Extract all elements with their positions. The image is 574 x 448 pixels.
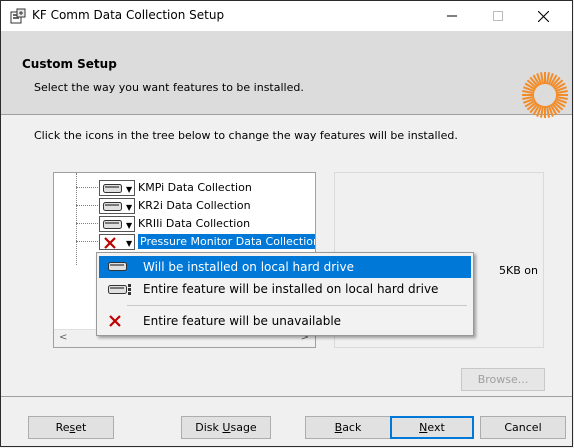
tree-connector <box>76 223 98 224</box>
tree-connector <box>76 187 98 188</box>
installer-app-icon <box>10 8 26 24</box>
menu-item-label: Will be installed on local hard drive <box>143 260 354 274</box>
title-bar: KF Comm Data Collection Setup <box>1 1 572 31</box>
close-icon <box>538 10 549 22</box>
instruction-text: Click the icons in the tree below to cha… <box>34 129 458 142</box>
minimize-button[interactable] <box>429 1 474 31</box>
feature-state-button[interactable]: ▼ <box>99 216 135 232</box>
feature-size-text: 5KB on <box>499 264 538 277</box>
tree-item-kr2i[interactable]: ▼ KR2i Data Collection <box>99 197 315 215</box>
hard-drive-icon <box>103 220 122 229</box>
install-state-menu: Will be installed on local hard drive En… <box>96 252 474 336</box>
tree-item-label[interactable]: Pressure Monitor Data Collection <box>137 233 315 250</box>
feature-state-button[interactable]: ▼ <box>99 234 135 250</box>
tree-item-pressure-monitor[interactable]: ▼ Pressure Monitor Data Collection <box>99 233 315 251</box>
browse-button[interactable]: Browse... <box>461 368 545 391</box>
next-label-part: ext <box>427 421 445 434</box>
next-button[interactable]: Next <box>390 416 474 439</box>
chevron-down-icon: ▼ <box>126 239 133 248</box>
unavailable-x-icon <box>104 237 116 249</box>
back-label-part: ack <box>342 421 362 434</box>
maximize-button[interactable] <box>475 1 520 31</box>
disk-label-part: sage <box>230 421 257 434</box>
feature-state-button[interactable]: ▼ <box>99 198 135 214</box>
menu-item-install-entire-local[interactable]: Entire feature will be installed on loca… <box>99 278 471 300</box>
back-button[interactable]: Back <box>305 416 391 439</box>
setup-window: KF Comm Data Collection Setup Custom Set… <box>0 0 573 447</box>
back-label-mnemonic: B <box>334 421 343 434</box>
chevron-down-icon: ▼ <box>126 203 133 212</box>
tree-item-label[interactable]: KRIIi Data Collection <box>138 217 250 230</box>
cancel-button[interactable]: Cancel <box>480 416 566 439</box>
tree-item-label[interactable]: KR2i Data Collection <box>138 199 251 212</box>
hard-drive-icon <box>103 202 122 211</box>
chevron-down-icon: ▼ <box>126 185 133 194</box>
chevron-down-icon: ▼ <box>126 221 133 230</box>
sunburst-logo-icon <box>522 72 568 118</box>
banner-subtitle: Select the way you want features to be i… <box>34 81 304 94</box>
unavailable-x-icon <box>109 315 121 327</box>
hard-drive-tree-icon <box>108 284 131 295</box>
close-button[interactable] <box>521 1 566 31</box>
tree-item-label[interactable]: KMPi Data Collection <box>138 181 252 194</box>
disk-label-mnemonic: U <box>222 421 231 434</box>
reset-button[interactable]: Re s et <box>28 416 114 439</box>
menu-item-label: Entire feature will be installed on loca… <box>143 282 439 296</box>
reset-label-part: Re <box>55 421 70 434</box>
hard-drive-icon <box>108 262 127 271</box>
menu-separator <box>127 305 467 306</box>
menu-item-label: Entire feature will be unavailable <box>143 314 342 328</box>
disk-usage-button[interactable]: Disk Usage <box>181 416 271 439</box>
menu-item-unavailable[interactable]: Entire feature will be unavailable <box>99 310 471 332</box>
menu-item-install-local[interactable]: Will be installed on local hard drive <box>99 256 471 278</box>
tree-item-kmpi[interactable]: ▼ KMPi Data Collection <box>99 179 315 197</box>
scroll-left-arrow[interactable]: < <box>59 332 67 343</box>
window-title: KF Comm Data Collection Setup <box>32 8 225 22</box>
tree-connector <box>76 205 98 206</box>
minimize-icon <box>446 15 457 17</box>
disk-label-part: Disk <box>195 421 223 434</box>
maximize-icon <box>492 11 503 21</box>
banner-title: Custom Setup <box>22 57 117 71</box>
feature-state-button[interactable]: ▼ <box>99 180 135 196</box>
footer-divider <box>1 396 572 397</box>
hard-drive-icon <box>103 184 122 193</box>
header-banner: Custom Setup Select the way you want fea… <box>1 31 572 118</box>
reset-label-part: et <box>75 421 87 434</box>
next-label-mnemonic: N <box>419 421 428 434</box>
tree-connector <box>76 241 98 242</box>
tree-item-krii[interactable]: ▼ KRIIi Data Collection <box>99 215 315 233</box>
